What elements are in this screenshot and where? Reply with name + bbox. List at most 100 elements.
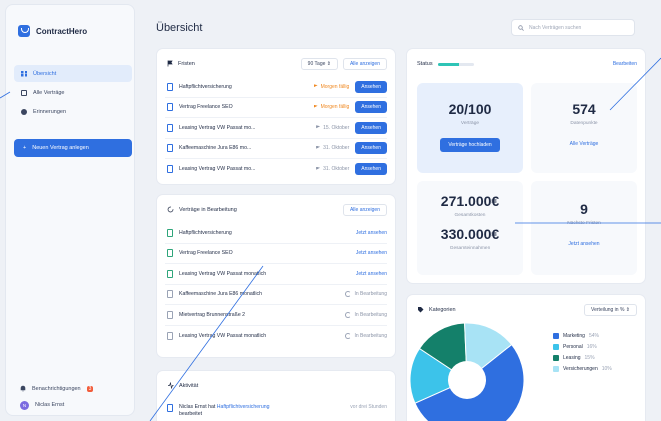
due-date: Morgen fällig: [313, 104, 349, 110]
document-icon: [167, 310, 173, 319]
processing-row: Haftpflichtversicherung Jetzt ansehen: [165, 223, 387, 244]
deadlines-list: Haftpflichtversicherung Morgen fällig Anse…: [165, 77, 387, 180]
processing-row: Mietvertrag Brunnenstraße 2 In Bearbeitun…: [165, 305, 387, 326]
chevron-updown-icon: ⇕: [625, 307, 630, 313]
legend-swatch: [553, 332, 559, 339]
view-now-link[interactable]: Jetzt ansehen: [356, 250, 387, 256]
activity-suffix: bearbeitet: [179, 411, 203, 417]
page-title: Übersicht: [156, 22, 203, 34]
legend-swatch: [553, 343, 559, 350]
document-icon: [167, 228, 173, 237]
tag-icon: [417, 306, 424, 315]
next-deadlines-label: Nächste Fristen: [567, 221, 601, 226]
search-placeholder: Nach Verträgen suchen: [529, 24, 582, 31]
contract-name: Mietvertrag Brunnenstraße 2: [179, 311, 246, 318]
total-income: 330.000€: [440, 226, 500, 242]
sidebar-item-erinnerungen[interactable]: Erinnerungen: [14, 103, 132, 120]
legend-label: Versicherungen: [563, 365, 598, 372]
processing-status: In Bearbeitung: [345, 291, 387, 298]
sidebar: ContractHero Übersicht Alle Verträge Eri…: [5, 4, 135, 416]
view-now-link[interactable]: Jetzt ansehen: [356, 271, 387, 277]
next-deadlines-count: 9: [580, 201, 588, 217]
avatar: N: [20, 400, 29, 410]
document-icon: [167, 331, 173, 340]
user-profile[interactable]: N Niclas Ernst: [20, 397, 130, 413]
new-contract-label: Neuen Vertrag anlegen: [32, 145, 89, 151]
deadline-row: Vertrag Freelance SEO Morgen fällig Ansehe…: [165, 98, 387, 118]
document-icon: [167, 144, 173, 153]
all-contracts-link[interactable]: Alle Verträge: [531, 141, 637, 147]
activity-contract-link[interactable]: Haftpflichtversicherung: [217, 404, 270, 410]
document-icon: [167, 82, 173, 91]
due-date: 31. Oktober: [316, 166, 349, 172]
deadline-range-value: 90 Tage: [307, 61, 326, 67]
flag-icon: [167, 60, 173, 69]
processing-row: Kaffeemaschine Jura E86 monatlich In Bear…: [165, 285, 387, 305]
contract-name: Leasing Vertrag VW Passat monatlich: [179, 270, 267, 277]
document-icon: [167, 290, 173, 299]
search-icon: [518, 24, 524, 31]
flag-icon: [316, 166, 321, 170]
upload-contracts-button[interactable]: Verträge hochladen: [440, 138, 500, 152]
status-title: Status: [417, 61, 433, 67]
search-input[interactable]: Nach Verträgen suchen: [511, 19, 635, 36]
view-contract-button[interactable]: Ansehen: [355, 101, 387, 114]
plus-icon: +: [23, 145, 27, 151]
sidebar-item-uebersicht[interactable]: Übersicht: [14, 65, 132, 82]
distribution-select[interactable]: Verteilung in % ⇕: [584, 304, 637, 316]
legend-swatch: [553, 365, 559, 372]
sidebar-footer: Benachrichtigungen 3 N Niclas Ernst: [20, 381, 130, 413]
contract-name: Vertrag Freelance SEO: [179, 104, 233, 111]
contract-name: Leasing Vertrag VW Passat mo...: [179, 124, 256, 131]
view-contract-button[interactable]: Ansehen: [355, 142, 387, 155]
status-edit-link[interactable]: Bearbeiten: [613, 61, 637, 67]
contract-name: Leasing Vertrag VW Passat mo...: [179, 166, 256, 173]
view-now-link[interactable]: Jetzt ansehen: [356, 230, 387, 236]
contracts-tile: 20/100 Verträge Verträge hochladen: [417, 83, 523, 173]
notifications-badge: 3: [86, 386, 94, 392]
processing-row: Leasing Vertrag VW Passat monatlich Jetzt…: [165, 264, 387, 285]
deadlines-title: Fristen: [178, 61, 195, 67]
legend-label: Leasing: [563, 354, 581, 361]
legend-value: 54%: [588, 332, 599, 339]
due-date: 15. Oktober: [316, 125, 349, 131]
deadline-row: Haftpflichtversicherung Morgen fällig Anse…: [165, 77, 387, 98]
activity-title: Aktivität: [179, 383, 199, 389]
contract-name: Leasing Vertrag VW Passat monatlich: [179, 332, 267, 339]
contract-name: Kaffeemaschine Jura E86 mo...: [179, 145, 252, 152]
deadlines-card: Fristen 90 Tage ⇕ Alle anzeigen Haftpfli…: [156, 48, 396, 185]
spinner-icon: [345, 311, 352, 318]
processing-row: Vertrag Freelance SEO Jetzt ansehen: [165, 244, 387, 264]
deadlines-header: Fristen 90 Tage ⇕ Alle anzeigen: [167, 57, 387, 71]
finance-tile: 271.000€ Gesamtkosten 330.000€ Gesamtein…: [417, 181, 523, 275]
contract-name: Vertrag Freelance SEO: [179, 250, 233, 257]
legend-label: Personal: [563, 343, 583, 350]
user-name: Niclas Ernst: [35, 402, 65, 408]
brand[interactable]: ContractHero: [18, 25, 87, 37]
activity-user: Niclas Ernst hat: [179, 404, 216, 410]
deadline-range-select[interactable]: 90 Tage ⇕: [300, 58, 338, 70]
due-text: 31. Oktober: [323, 145, 350, 152]
processing-header: Verträge in Bearbeitung Alle anzeigen: [167, 203, 387, 217]
deadlines-tile: 9 Nächste Fristen Jetzt ansehen: [531, 181, 637, 275]
deadlines-show-all-button[interactable]: Alle anzeigen: [342, 58, 387, 70]
deadline-row: Kaffeemaschine Jura E86 mo... 31. Oktober…: [165, 139, 387, 159]
contracts-label: Verträge: [460, 121, 480, 126]
new-contract-button[interactable]: + Neuen Vertrag anlegen: [14, 139, 132, 157]
view-deadlines-link[interactable]: Jetzt ansehen: [531, 241, 637, 247]
view-contract-button[interactable]: Ansehen: [355, 121, 387, 134]
flag-icon: [313, 84, 318, 88]
flag-icon: [316, 145, 321, 149]
legend-value: 10%: [601, 365, 612, 372]
processing-show-all-button[interactable]: Alle anzeigen: [342, 204, 387, 216]
sidebar-item-label: Übersicht: [33, 70, 57, 77]
processing-status-text: In Bearbeitung: [354, 332, 387, 339]
notifications-link[interactable]: Benachrichtigungen 3: [20, 381, 130, 397]
view-contract-button[interactable]: Ansehen: [355, 80, 387, 93]
contract-name: Haftpflichtversicherung: [179, 83, 232, 90]
status-header: Status Bearbeiten: [417, 57, 637, 71]
sidebar-item-alle-vertraege[interactable]: Alle Verträge: [14, 84, 132, 101]
deadline-row: Leasing Vertrag VW Passat mo... 31. Oktob…: [165, 159, 387, 180]
deadline-row: Leasing Vertrag VW Passat mo... 15. Oktob…: [165, 118, 387, 139]
view-contract-button[interactable]: Ansehen: [355, 163, 387, 176]
